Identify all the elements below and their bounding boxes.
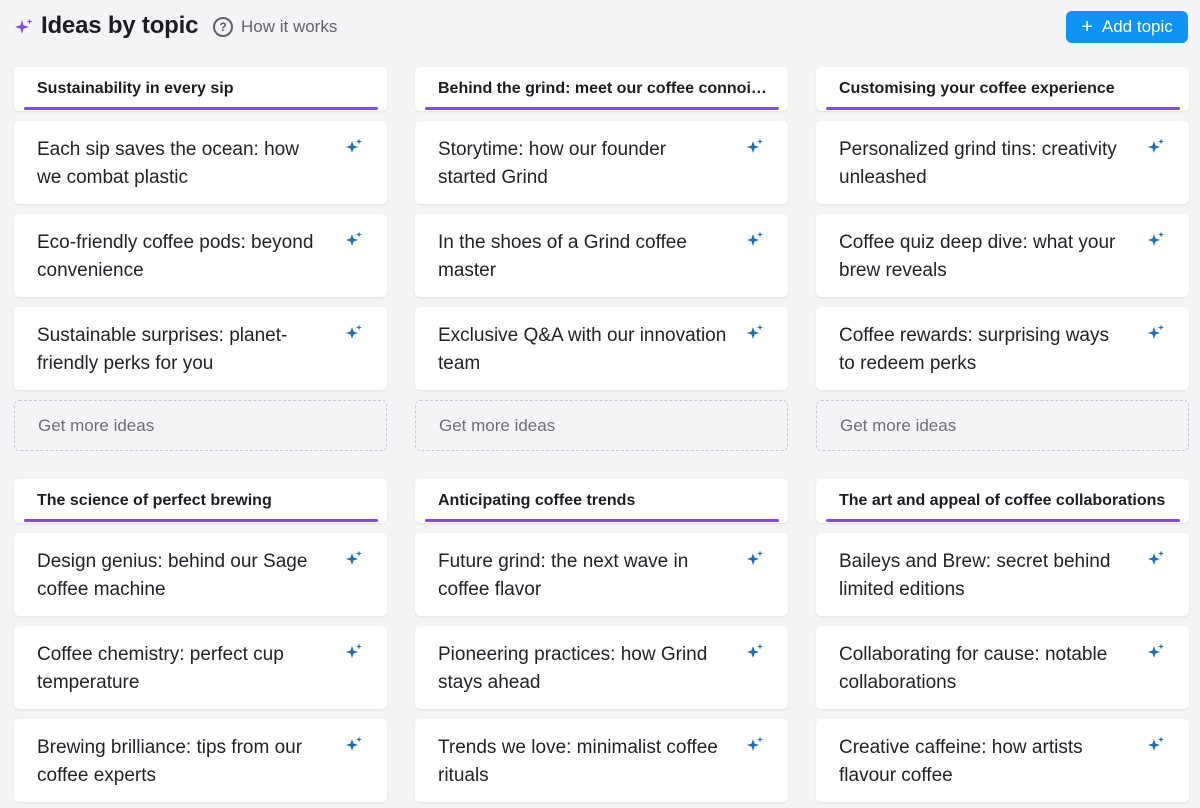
topic-underline <box>826 519 1180 522</box>
idea-card[interactable]: Coffee rewards: surprising ways to redee… <box>816 307 1189 390</box>
idea-text: Coffee rewards: surprising ways to redee… <box>839 325 1109 374</box>
sparkle-icon[interactable] <box>344 549 364 569</box>
idea-text: Trends we love: minimalist coffee ritual… <box>438 737 718 786</box>
idea-card[interactable]: Future grind: the next wave in coffee fl… <box>415 533 788 616</box>
add-topic-button[interactable]: + Add topic <box>1066 11 1188 43</box>
sparkle-icon[interactable] <box>344 735 364 755</box>
idea-card[interactable]: Trends we love: minimalist coffee ritual… <box>415 719 788 802</box>
get-more-ideas-label: Get more ideas <box>439 416 556 435</box>
topic-header[interactable]: The science of perfect brewing <box>14 479 387 523</box>
idea-text: Exclusive Q&A with our innovation team <box>438 325 727 374</box>
idea-card[interactable]: In the shoes of a Grind coffee master <box>415 214 788 297</box>
topic-title: Sustainability in every sip <box>37 80 234 97</box>
idea-text: Sustainable surprises: planet-friendly p… <box>37 325 288 374</box>
topic-title: Behind the grind: meet our coffee connoi… <box>438 80 768 97</box>
idea-text: Personalized grind tins: creativity unle… <box>839 139 1117 188</box>
idea-card[interactable]: Personalized grind tins: creativity unle… <box>816 121 1189 204</box>
topic-underline <box>826 107 1180 110</box>
sparkle-icon[interactable] <box>1146 137 1166 157</box>
topic-header[interactable]: Customising your coffee experience <box>816 67 1189 111</box>
idea-card[interactable]: Sustainable surprises: planet-friendly p… <box>14 307 387 390</box>
idea-card[interactable]: Eco-friendly coffee pods: beyond conveni… <box>14 214 387 297</box>
topic-underline <box>425 519 779 522</box>
plus-icon: + <box>1081 16 1093 38</box>
topic-title: The art and appeal of coffee collaborati… <box>839 492 1166 509</box>
idea-card[interactable]: Design genius: behind our Sage coffee ma… <box>14 533 387 616</box>
topic-title: The science of perfect brewing <box>37 492 272 509</box>
idea-text: Coffee quiz deep dive: what your brew re… <box>839 232 1116 281</box>
sparkle-icon[interactable] <box>1146 230 1166 250</box>
idea-text: Eco-friendly coffee pods: beyond conveni… <box>37 232 314 281</box>
idea-text: In the shoes of a Grind coffee master <box>438 232 687 281</box>
idea-card[interactable]: Brewing brilliance: tips from our coffee… <box>14 719 387 802</box>
sparkle-icon[interactable] <box>1146 323 1166 343</box>
page-title: Ideas by topic <box>41 12 199 39</box>
idea-card[interactable]: Each sip saves the ocean: how we combat … <box>14 121 387 204</box>
idea-text: Coffee chemistry: perfect cup temperatur… <box>37 644 284 693</box>
get-more-ideas-button[interactable]: Get more ideas <box>816 400 1189 451</box>
idea-card[interactable]: Coffee quiz deep dive: what your brew re… <box>816 214 1189 297</box>
get-more-ideas-button[interactable]: Get more ideas <box>415 400 788 451</box>
idea-text: Brewing brilliance: tips from our coffee… <box>37 737 303 786</box>
topic-header[interactable]: The art and appeal of coffee collaborati… <box>816 479 1189 523</box>
get-more-ideas-label: Get more ideas <box>840 416 957 435</box>
how-it-works-link[interactable]: How it works <box>241 17 337 37</box>
topic-header[interactable]: Sustainability in every sip <box>14 67 387 111</box>
topic-title: Customising your coffee experience <box>839 80 1115 97</box>
sparkle-icon[interactable] <box>344 642 364 662</box>
sparkle-icon <box>15 18 33 34</box>
topic-underline <box>24 519 378 522</box>
sparkle-icon[interactable] <box>344 323 364 343</box>
sparkle-icon[interactable] <box>745 642 765 662</box>
sparkle-icon[interactable] <box>1146 549 1166 569</box>
idea-text: Future grind: the next wave in coffee fl… <box>438 551 689 600</box>
help-circle-icon[interactable]: ? <box>213 17 233 37</box>
topic-header[interactable]: Anticipating coffee trends <box>415 479 788 523</box>
sparkle-icon[interactable] <box>745 323 765 343</box>
get-more-ideas-button[interactable]: Get more ideas <box>14 400 387 451</box>
idea-text: Creative caffeine: how artists flavour c… <box>839 737 1083 786</box>
idea-card[interactable]: Exclusive Q&A with our innovation team <box>415 307 788 390</box>
topic-underline <box>24 107 378 110</box>
sparkle-icon[interactable] <box>745 137 765 157</box>
idea-card[interactable]: Storytime: how our founder started Grind <box>415 121 788 204</box>
page-header: Ideas by topic ? How it works + Add topi… <box>0 0 1200 56</box>
topic-title: Anticipating coffee trends <box>438 492 636 509</box>
idea-card[interactable]: Coffee chemistry: perfect cup temperatur… <box>14 626 387 709</box>
add-topic-label: Add topic <box>1101 17 1173 36</box>
idea-text: Pioneering practices: how Grind stays ah… <box>438 644 708 693</box>
idea-text: Collaborating for cause: notable collabo… <box>839 644 1108 693</box>
sparkle-icon[interactable] <box>745 735 765 755</box>
idea-card[interactable]: Collaborating for cause: notable collabo… <box>816 626 1189 709</box>
idea-card[interactable]: Pioneering practices: how Grind stays ah… <box>415 626 788 709</box>
sparkle-icon[interactable] <box>344 230 364 250</box>
idea-text: Design genius: behind our Sage coffee ma… <box>37 551 308 600</box>
idea-text: Storytime: how our founder started Grind <box>438 139 667 188</box>
idea-text: Baileys and Brew: secret behind limited … <box>839 551 1111 600</box>
topic-header[interactable]: Behind the grind: meet our coffee connoi… <box>415 67 788 111</box>
idea-text: Each sip saves the ocean: how we combat … <box>37 139 299 188</box>
sparkle-icon[interactable] <box>1146 735 1166 755</box>
sparkle-icon[interactable] <box>344 137 364 157</box>
sparkle-icon[interactable] <box>745 549 765 569</box>
idea-card[interactable]: Baileys and Brew: secret behind limited … <box>816 533 1189 616</box>
sparkle-icon[interactable] <box>1146 642 1166 662</box>
idea-card[interactable]: Creative caffeine: how artists flavour c… <box>816 719 1189 802</box>
get-more-ideas-label: Get more ideas <box>38 416 155 435</box>
topic-underline <box>425 107 779 110</box>
sparkle-icon[interactable] <box>745 230 765 250</box>
